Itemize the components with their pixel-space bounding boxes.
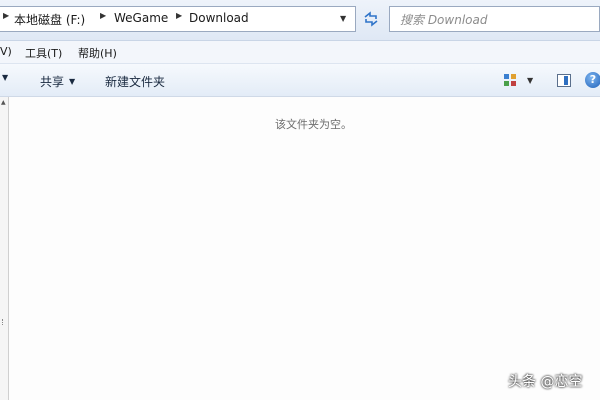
splitter-grip[interactable]: [2, 319, 6, 325]
command-bar: ▼ 共享 ▼ 新建文件夹 ▼ ?: [0, 64, 600, 97]
organize-dropdown[interactable]: ▼: [2, 73, 8, 82]
views-button[interactable]: ▼: [503, 73, 533, 87]
breadcrumb-separator[interactable]: ▶: [100, 11, 112, 20]
scroll-up-icon[interactable]: ▲: [1, 99, 6, 106]
breadcrumb-label: 本地磁盘 (F:): [14, 13, 86, 27]
menu-item-tools[interactable]: 工具(T): [25, 45, 62, 61]
navigation-pane[interactable]: ▲: [0, 97, 9, 400]
breadcrumb-separator[interactable]: ▶: [176, 11, 188, 20]
breadcrumb-drive[interactable]: 本地磁盘 (F:): [14, 11, 85, 28]
chevron-down-icon[interactable]: ▼: [527, 76, 533, 85]
file-list-area[interactable]: 该文件夹为空。: [10, 97, 600, 400]
address-bar-area: ▶ 本地磁盘 (F:) ▶ WeGame ▶ Download ▼: [0, 0, 600, 41]
preview-pane-icon[interactable]: [557, 74, 571, 87]
breadcrumb-label: WeGame: [114, 11, 169, 25]
chevron-right-icon[interactable]: ▶: [3, 11, 9, 20]
watermark: 头条 @恋空: [508, 374, 583, 390]
address-bar[interactable]: ▶ 本地磁盘 (F:) ▶ WeGame ▶ Download: [0, 6, 356, 32]
chevron-right-icon[interactable]: ▶: [176, 11, 182, 20]
help-icon[interactable]: ?: [585, 72, 600, 88]
menu-item-help[interactable]: 帮助(H): [78, 45, 117, 61]
share-label: 共享: [40, 75, 65, 89]
menu-bar: V) 工具(T) 帮助(H): [0, 41, 600, 64]
new-folder-label: 新建文件夹: [105, 75, 166, 89]
empty-folder-message: 该文件夹为空。: [275, 118, 352, 131]
new-folder-button[interactable]: 新建文件夹: [105, 73, 165, 90]
refresh-button[interactable]: [360, 8, 382, 30]
menu-item-view[interactable]: V): [0, 45, 12, 58]
refresh-icon: [364, 11, 378, 27]
chevron-down-icon: ▼: [69, 77, 76, 86]
search-box[interactable]: [389, 6, 600, 32]
chevron-down-icon[interactable]: ▼: [2, 73, 8, 82]
breadcrumb-label: Download: [189, 11, 249, 25]
chevron-right-icon[interactable]: ▶: [100, 11, 106, 20]
breadcrumb-wegame[interactable]: WeGame: [114, 11, 168, 25]
chevron-down-icon[interactable]: ▼: [340, 14, 346, 23]
views-icon: [504, 74, 516, 86]
breadcrumb-download[interactable]: Download: [189, 11, 249, 25]
search-input[interactable]: [398, 8, 592, 32]
share-button[interactable]: 共享 ▼: [40, 73, 75, 90]
